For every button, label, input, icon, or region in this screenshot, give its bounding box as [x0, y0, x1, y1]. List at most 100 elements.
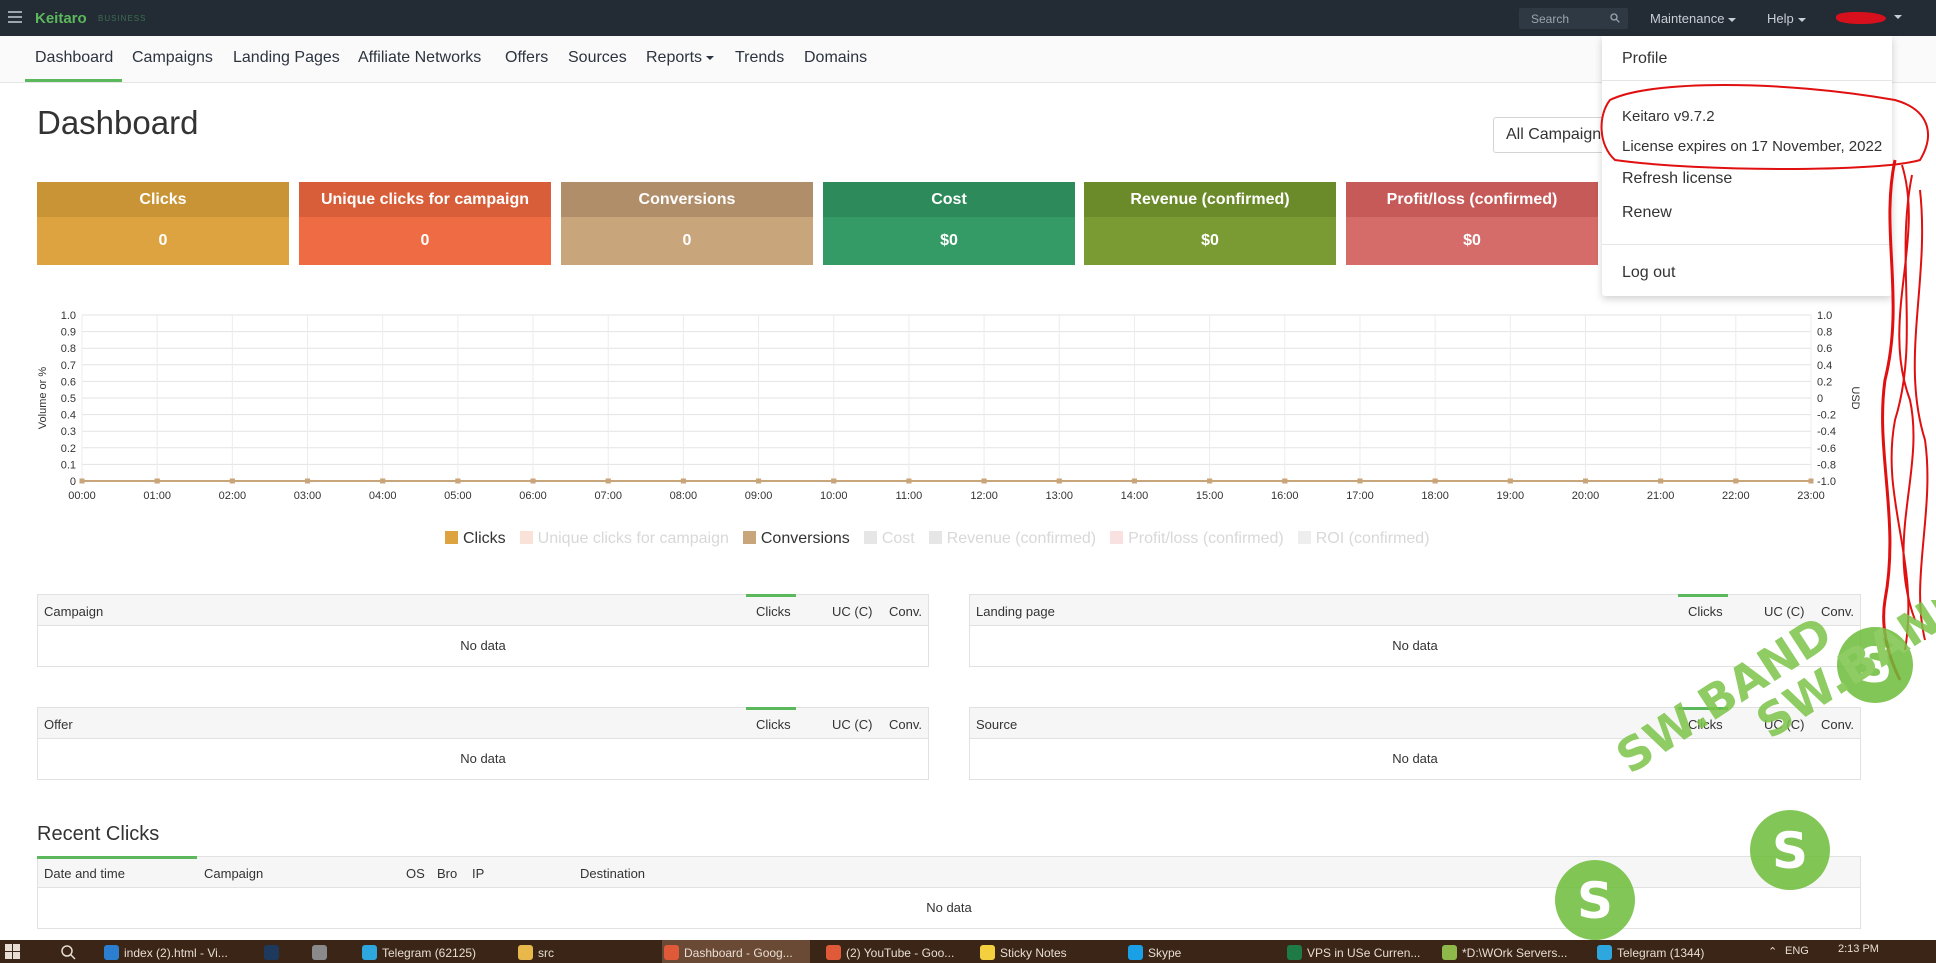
nav-campaigns[interactable]: Campaigns: [132, 49, 213, 67]
taskbar-app[interactable]: Skype: [1126, 940, 1266, 963]
column-clicks[interactable]: Clicks: [756, 604, 791, 619]
column-date-time[interactable]: Date and time: [44, 866, 125, 881]
data-point: [1582, 478, 1588, 484]
chrome-icon: [826, 945, 841, 960]
chrome-icon: [664, 945, 679, 960]
nav-dashboard[interactable]: Dashboard: [35, 49, 113, 67]
taskbar-app[interactable]: Dashboard - Goog...: [662, 940, 810, 963]
app-logo[interactable]: Keitaro: [35, 10, 87, 27]
column-destination[interactable]: Destination: [580, 866, 645, 881]
menu-item-renew[interactable]: Renew: [1622, 204, 1672, 222]
sticky-notes-icon: [980, 945, 995, 960]
x-tick-label: 07:00: [594, 490, 622, 502]
y-tick-label: 0.5: [61, 393, 76, 405]
nav-trends[interactable]: Trends: [735, 49, 784, 67]
taskbar-app-label: Telegram (62125): [382, 946, 477, 960]
nav-affiliate-networks[interactable]: Affiliate Networks: [358, 49, 481, 67]
nav-offers[interactable]: Offers: [505, 49, 548, 67]
taskbar-app[interactable]: index (2).html - Vi...: [102, 940, 252, 963]
y-tick-label: 0.9: [61, 327, 76, 339]
legend-item[interactable]: Clicks: [445, 530, 506, 548]
column-source[interactable]: Source: [976, 717, 1017, 732]
column-uc[interactable]: UC (C): [1764, 604, 1804, 619]
taskbar-app[interactable]: VPS in USe Curren...: [1285, 940, 1425, 963]
y-right-tick-label: -0.8: [1817, 459, 1836, 471]
recent-clicks-title: Recent Clicks: [37, 823, 160, 845]
menu-item-logout[interactable]: Log out: [1622, 264, 1675, 282]
stat-tile[interactable]: Unique clicks for campaign 0: [299, 182, 551, 265]
stat-tile[interactable]: Revenue (confirmed) $0: [1084, 182, 1336, 265]
menu-item-profile[interactable]: Profile: [1622, 50, 1667, 68]
nav-sources[interactable]: Sources: [568, 49, 627, 67]
divider: [1602, 80, 1892, 81]
empty-message: No data: [460, 638, 506, 653]
legend-item[interactable]: Profit/loss (confirmed): [1110, 530, 1284, 548]
search-icon[interactable]: [1610, 13, 1620, 23]
column-campaign[interactable]: Campaign: [44, 604, 103, 619]
legend-item[interactable]: Unique clicks for campaign: [519, 530, 729, 548]
stat-tile[interactable]: Clicks 0: [37, 182, 289, 265]
stat-tile-label: Unique clicks for campaign: [299, 182, 551, 217]
legend-item[interactable]: Revenue (confirmed): [928, 530, 1097, 548]
taskbar-app-label: (2) YouTube - Goo...: [846, 946, 955, 960]
stat-tile[interactable]: Cost $0: [823, 182, 1075, 265]
search-icon[interactable]: [60, 944, 76, 960]
legend-item[interactable]: Cost: [863, 530, 915, 548]
windows-start-icon[interactable]: [5, 944, 21, 960]
column-browser[interactable]: Bro: [437, 866, 457, 881]
nav-domains[interactable]: Domains: [804, 49, 867, 67]
sort-indicator: [37, 856, 197, 859]
column-campaign[interactable]: Campaign: [204, 866, 263, 881]
nav-landing-pages[interactable]: Landing Pages: [233, 49, 340, 67]
hamburger-menu-icon[interactable]: [8, 11, 22, 23]
help-menu[interactable]: Help: [1767, 11, 1806, 26]
column-clicks[interactable]: Clicks: [1688, 604, 1723, 619]
stat-tile[interactable]: Profit/loss (confirmed) $0: [1346, 182, 1598, 265]
column-uc[interactable]: UC (C): [832, 604, 872, 619]
user-menu[interactable]: [1832, 10, 1902, 26]
column-conv[interactable]: Conv.: [1821, 604, 1854, 619]
legend-label: Revenue (confirmed): [946, 530, 1097, 547]
taskbar-app[interactable]: [262, 940, 292, 963]
clock[interactable]: 2:13 PM: [1838, 943, 1879, 955]
divider: [1602, 244, 1892, 245]
menu-item-refresh-license[interactable]: Refresh license: [1622, 170, 1732, 188]
search-input[interactable]: [1519, 8, 1604, 29]
taskbar-app[interactable]: Telegram (1344): [1595, 940, 1735, 963]
chevron-up-icon[interactable]: ⌃: [1768, 945, 1777, 958]
data-point: [1733, 478, 1739, 484]
column-uc[interactable]: UC (C): [832, 717, 872, 732]
taskbar-app[interactable]: src: [516, 940, 646, 963]
legend-item[interactable]: Conversions: [742, 530, 850, 548]
notepad-icon: [1442, 945, 1457, 960]
column-landing[interactable]: Landing page: [976, 604, 1055, 619]
column-offer[interactable]: Offer: [44, 717, 73, 732]
x-tick-label: 16:00: [1271, 490, 1299, 502]
legend-label: Conversions: [760, 530, 850, 547]
taskbar-app[interactable]: Telegram (62125): [360, 940, 500, 963]
nav-reports[interactable]: Reports: [646, 49, 715, 67]
search-box[interactable]: [1519, 8, 1628, 29]
taskbar-app-label: Dashboard - Goog...: [684, 946, 793, 960]
table-header: Date and time Campaign OS Bro IP Destina…: [37, 856, 1860, 888]
column-ip[interactable]: IP: [472, 866, 484, 881]
stat-tile[interactable]: Conversions 0: [561, 182, 813, 265]
taskbar-app[interactable]: (2) YouTube - Goo...: [824, 940, 972, 963]
taskbar-app[interactable]: *D:\WOrk Servers...: [1440, 940, 1580, 963]
taskbar-app[interactable]: Sticky Notes: [978, 940, 1108, 963]
column-clicks[interactable]: Clicks: [756, 717, 791, 732]
y-right-tick-label: 0.2: [1817, 376, 1832, 388]
column-conv[interactable]: Conv.: [889, 717, 922, 732]
column-conv[interactable]: Conv.: [889, 604, 922, 619]
column-conv[interactable]: Conv.: [1821, 717, 1854, 732]
column-clicks[interactable]: Clicks: [1688, 717, 1723, 732]
maintenance-menu[interactable]: Maintenance: [1650, 11, 1737, 26]
data-point: [455, 478, 461, 484]
language-indicator[interactable]: ENG: [1785, 945, 1809, 957]
column-os[interactable]: OS: [406, 866, 425, 881]
y-tick-label: 0.7: [61, 360, 76, 372]
legend-item[interactable]: ROI (confirmed): [1297, 530, 1430, 548]
taskbar-app-label: Sticky Notes: [1000, 946, 1067, 960]
taskbar-app[interactable]: [310, 940, 340, 963]
column-uc[interactable]: UC (C): [1764, 717, 1804, 732]
